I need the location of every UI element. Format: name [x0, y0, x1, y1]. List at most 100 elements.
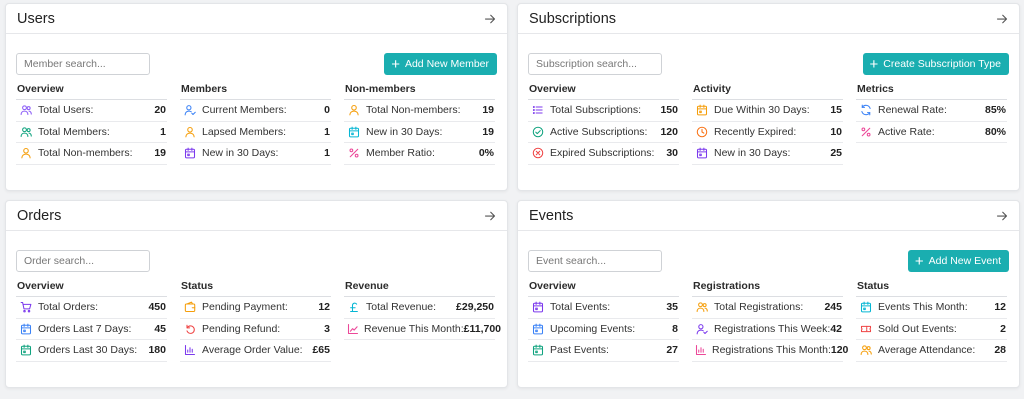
- wallet-icon: [183, 300, 197, 314]
- stat-row: Total Users: 20: [16, 100, 167, 122]
- stat-row: Pending Refund: 3: [180, 319, 331, 340]
- stat-value: 12: [994, 301, 1006, 314]
- column-heading: Overview: [16, 83, 167, 100]
- button-label: Add New Member: [404, 58, 489, 70]
- card-title: Users: [17, 10, 55, 27]
- stat-label: New in 30 Days:: [366, 125, 443, 138]
- refresh-icon: [859, 103, 873, 117]
- stat-row: Recently Expired: 10: [692, 122, 843, 143]
- plus-icon: +: [391, 55, 400, 73]
- stat-label: Lapsed Members:: [202, 125, 287, 138]
- stat-row: Expired Subscriptions: 30: [528, 143, 679, 165]
- stat-row: Past Events: 27: [528, 340, 679, 362]
- column-heading: Members: [180, 83, 331, 100]
- button-label: Create Subscription Type: [883, 58, 1001, 70]
- arrow-right-icon[interactable]: [483, 12, 497, 26]
- order-search-input[interactable]: [16, 250, 150, 272]
- user-check-icon: [695, 322, 709, 336]
- stat-row: Revenue This Month: £11,700: [344, 319, 501, 340]
- users-icon: [19, 103, 33, 117]
- stat-label: Active Rate:: [878, 125, 935, 138]
- event-search-input[interactable]: [528, 250, 662, 272]
- stats-column: Activity Due Within 30 Days: 15 Recently Ex…: [692, 83, 843, 165]
- stat-value: 19: [154, 147, 166, 160]
- percent-icon: [859, 125, 873, 139]
- calendar-icon: [531, 322, 545, 336]
- stat-row: Upcoming Events: 8: [528, 319, 679, 340]
- bar-chart-icon: [695, 343, 707, 357]
- calendar-icon: [695, 146, 709, 160]
- stat-row: Registrations This Month: 120: [692, 340, 848, 362]
- stats-column: Overview Total Orders: 450 Orders Last 7 Da…: [16, 280, 167, 362]
- column-heading: Overview: [16, 280, 167, 297]
- stat-value: 27: [666, 344, 678, 357]
- bar-chart-icon: [183, 343, 197, 357]
- stat-value: 1: [160, 125, 166, 138]
- stat-row: New in 30 Days: 25: [692, 143, 843, 165]
- arrow-right-icon[interactable]: [995, 209, 1009, 223]
- orders-card: Orders Overview Total Orders: 450 Orders La…: [5, 200, 508, 388]
- stats-column: Members Current Members: 0 Lapsed Members: 1…: [180, 83, 331, 165]
- stat-row: Total Non-members: 19: [344, 100, 495, 122]
- member-search-input[interactable]: [16, 53, 150, 75]
- stat-value: 25: [830, 147, 842, 160]
- stat-row: Average Order Value: £65: [180, 340, 331, 362]
- stat-row: Total Orders: 450: [16, 297, 167, 319]
- stat-value: 180: [148, 344, 166, 357]
- stat-value: £29,250: [456, 301, 494, 314]
- stat-row: Total Members: 1: [16, 122, 167, 143]
- subscription-search-input[interactable]: [528, 53, 662, 75]
- stats-column: Non-members Total Non-members: 19 New in 30…: [344, 83, 495, 165]
- subscriptions-card-header: Subscriptions: [518, 4, 1019, 34]
- stat-row: Total Non-members: 19: [16, 143, 167, 165]
- create-subscription-type-button[interactable]: + Create Subscription Type: [862, 53, 1009, 75]
- stat-label: Orders Last 30 Days:: [38, 344, 138, 357]
- stat-value: 120: [660, 125, 678, 138]
- stat-value: 20: [154, 104, 166, 117]
- add-new-member-button[interactable]: + Add New Member: [384, 53, 497, 75]
- stat-value: 28: [994, 344, 1006, 357]
- subscriptions-card: Subscriptions +Create Subscription Type …: [517, 3, 1020, 191]
- stat-row: Renewal Rate: 85%: [856, 100, 1007, 122]
- stat-label: Registrations This Week:: [713, 322, 831, 335]
- users-stats: Overview Total Users: 20 Total Members: 1 Tot…: [16, 83, 497, 165]
- stats-column: Overview Total Users: 20 Total Members: 1 Tot…: [16, 83, 167, 165]
- stats-column: Overview Total Events: 35 Upcoming Events: 8…: [528, 280, 679, 362]
- users-card-header: Users: [6, 4, 507, 34]
- stat-label: Events This Month:: [878, 301, 968, 314]
- users-icon: [695, 300, 709, 314]
- stat-value: 3: [324, 322, 330, 335]
- stat-value: 245: [824, 301, 842, 314]
- stats-column: Revenue Total Revenue: £29,250 Revenue This…: [344, 280, 501, 362]
- stat-row: New in 30 Days: 19: [344, 122, 495, 143]
- percent-icon: [347, 146, 361, 160]
- stat-row: Lapsed Members: 1: [180, 122, 331, 143]
- stats-column: Registrations Total Registrations: 245 Regi…: [692, 280, 848, 362]
- stat-label: Total Non-members:: [38, 147, 133, 160]
- calendar-icon: [531, 300, 545, 314]
- stat-label: Revenue This Month:: [364, 322, 464, 335]
- stat-value: 0: [324, 104, 330, 117]
- orders-stats: Overview Total Orders: 450 Orders Last 7 Da…: [16, 280, 501, 362]
- arrow-right-icon[interactable]: [995, 12, 1009, 26]
- add-new-event-button[interactable]: + Add New Event: [907, 250, 1009, 272]
- stat-label: Pending Payment:: [202, 301, 288, 314]
- stat-label: Due Within 30 Days:: [714, 104, 810, 117]
- column-heading: Status: [180, 280, 331, 297]
- plus-icon: +: [869, 55, 879, 73]
- stat-value: 30: [666, 147, 678, 160]
- stat-value: 120: [830, 344, 849, 357]
- stat-value: 19: [482, 104, 494, 117]
- stats-column: Status Pending Payment: 12 Pending Refund: 3…: [180, 280, 331, 362]
- user-check-icon: [183, 103, 197, 117]
- stat-row: Total Subscriptions: 150: [528, 100, 679, 122]
- list-icon: [531, 103, 545, 117]
- stat-label: New in 30 Days:: [202, 147, 279, 160]
- user-icon: [347, 103, 361, 117]
- stat-row: Average Attendance: 28: [856, 340, 1007, 362]
- stat-value: 2: [1000, 322, 1006, 335]
- column-heading: Registrations: [692, 280, 843, 297]
- arrow-right-icon[interactable]: [483, 209, 497, 223]
- column-heading: Activity: [692, 83, 843, 100]
- stat-value: 1: [324, 147, 330, 160]
